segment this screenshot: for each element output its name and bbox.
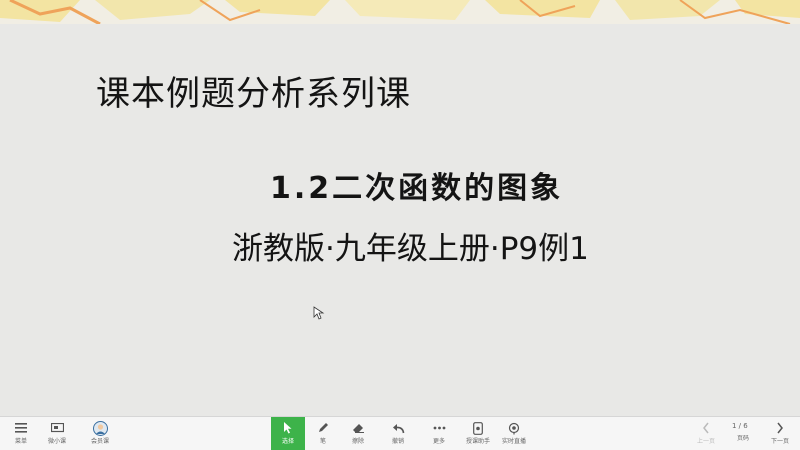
avatar-icon bbox=[92, 420, 108, 436]
more-button[interactable]: 更多 bbox=[422, 417, 456, 450]
pen-tool-label: 笔 bbox=[319, 438, 326, 445]
eraser-tool-button[interactable]: 擦除 bbox=[341, 417, 375, 450]
slide-edition: 浙教版·九年级上册·P9例1 bbox=[232, 231, 589, 267]
menu-icon bbox=[13, 420, 29, 436]
undo-button[interactable]: 撤销 bbox=[381, 417, 415, 450]
select-tool-button[interactable]: 选择 bbox=[271, 417, 305, 450]
prev-page-label: 上一页 bbox=[696, 438, 715, 445]
assistant-button[interactable]: 授课助手 bbox=[461, 417, 495, 450]
eraser-tool-label: 擦除 bbox=[351, 438, 364, 445]
eraser-icon bbox=[350, 420, 366, 436]
assistant-label: 授课助手 bbox=[465, 438, 490, 445]
live-label: 实时直播 bbox=[501, 438, 526, 445]
undo-label: 撤销 bbox=[391, 438, 404, 445]
slide-canvas: 课本例题分析系列课 1.2二次函数的图象 浙教版·九年级上册·P9例1 bbox=[0, 24, 800, 416]
pen-tool-button[interactable]: 笔 bbox=[306, 417, 340, 450]
phone-icon bbox=[470, 420, 486, 436]
prev-page-button[interactable]: 上一页 bbox=[689, 417, 723, 450]
chevron-left-icon bbox=[698, 420, 714, 436]
slide-subtitle: 1.2二次函数的图象 bbox=[270, 171, 564, 206]
pen-icon bbox=[315, 420, 331, 436]
chevron-right-icon bbox=[772, 420, 788, 436]
speaker-button[interactable]: 会员课 bbox=[83, 417, 117, 450]
pages-label: 页码 bbox=[736, 435, 749, 442]
more-label: 更多 bbox=[432, 438, 445, 445]
bottom-toolbar: 菜单 微小课 会员课 选择 笔 擦除 撤销 更多 授课助手 实时直播 上一页 1… bbox=[0, 416, 800, 450]
slide-heading: 课本例题分析系列课 bbox=[96, 74, 411, 114]
mouse-cursor-icon bbox=[313, 306, 325, 320]
next-page-label: 下一页 bbox=[770, 438, 789, 445]
undo-icon bbox=[390, 420, 406, 436]
screen-icon bbox=[49, 420, 65, 436]
next-page-button[interactable]: 下一页 bbox=[763, 417, 797, 450]
menu-label: 菜单 bbox=[14, 438, 27, 445]
live-broadcast-icon bbox=[506, 420, 522, 436]
live-button[interactable]: 实时直播 bbox=[497, 417, 531, 450]
menu-button[interactable]: 菜单 bbox=[4, 417, 38, 450]
speaker-label: 会员课 bbox=[90, 438, 109, 445]
mini-class-button[interactable]: 微小课 bbox=[40, 417, 74, 450]
pointer-icon bbox=[280, 420, 296, 436]
mini-class-label: 微小课 bbox=[47, 438, 66, 445]
pages-button[interactable]: 页码 bbox=[726, 429, 760, 449]
select-tool-label: 选择 bbox=[281, 438, 294, 445]
more-icon bbox=[431, 420, 447, 436]
